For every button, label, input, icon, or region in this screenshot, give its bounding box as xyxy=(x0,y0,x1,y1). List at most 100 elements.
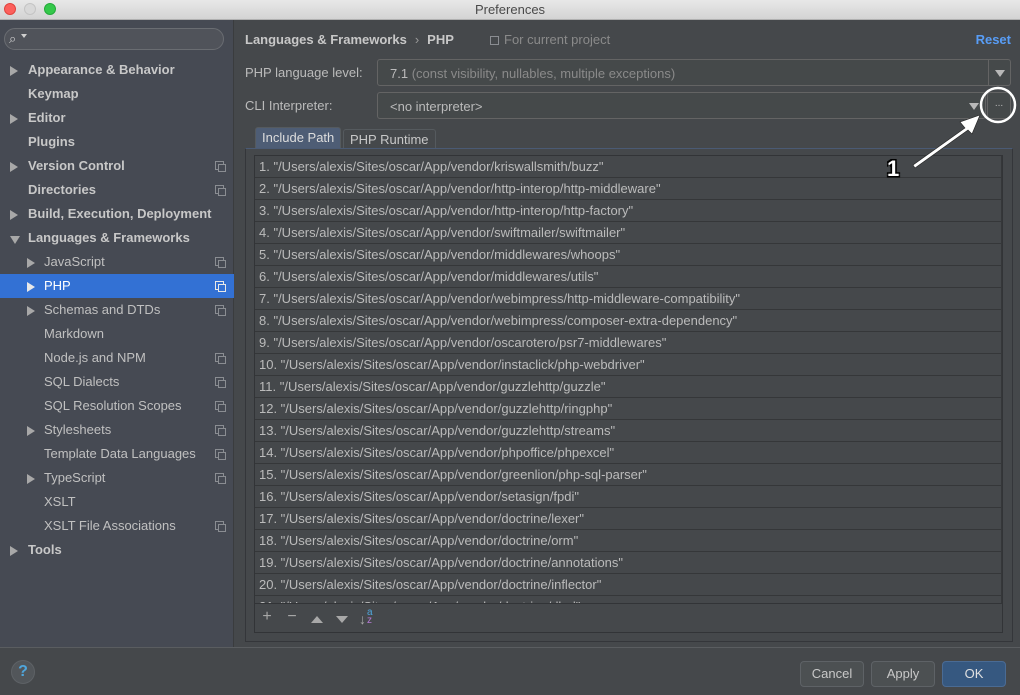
reset-link[interactable]: Reset xyxy=(976,32,1011,47)
sidebar-item-languages-frameworks[interactable]: Languages & Frameworks xyxy=(0,226,234,250)
tab-include-path[interactable]: Include Path xyxy=(255,127,342,149)
sidebar-item-sql-dialects[interactable]: SQL Dialects xyxy=(0,370,234,394)
language-level-select[interactable]: 7.1 (const visibility, nullables, multip… xyxy=(377,59,1011,86)
cli-interpreter-dropdown-button[interactable] xyxy=(963,93,985,118)
include-path-row[interactable]: 21. "/Users/alexis/Sites/oscar/App/vendo… xyxy=(255,596,1002,603)
chevron-right-icon[interactable] xyxy=(10,114,18,124)
plus-icon: + xyxy=(262,608,272,625)
sidebar-item-label: Keymap xyxy=(28,86,79,101)
search-icon: ⌕ xyxy=(9,31,17,46)
include-path-row[interactable]: 3. "/Users/alexis/Sites/oscar/App/vendor… xyxy=(255,200,1002,222)
search-options-chevron-icon[interactable] xyxy=(21,34,27,38)
chevron-right-icon[interactable] xyxy=(10,210,18,220)
sort-button[interactable]: ↓ a z xyxy=(355,607,375,628)
sidebar-item-label: Version Control xyxy=(28,158,125,173)
settings-content: Languages & Frameworks › PHP For current p… xyxy=(235,20,1020,647)
sidebar-item-directories[interactable]: Directories xyxy=(0,178,234,202)
include-path-row[interactable]: 18. "/Users/alexis/Sites/oscar/App/vendo… xyxy=(255,530,1002,552)
include-path-row[interactable]: 16. "/Users/alexis/Sites/oscar/App/vendo… xyxy=(255,486,1002,508)
minus-icon: − xyxy=(287,608,297,625)
cancel-button[interactable]: Cancel xyxy=(800,661,864,687)
include-path-row[interactable]: 6. "/Users/alexis/Sites/oscar/App/vendor… xyxy=(255,266,1002,288)
add-path-button[interactable]: + xyxy=(257,607,277,627)
sidebar-item-label: XSLT File Associations xyxy=(44,518,176,533)
sidebar-item-typescript[interactable]: TypeScript xyxy=(0,466,234,490)
sidebar-item-stylesheets[interactable]: Stylesheets xyxy=(0,418,234,442)
chevron-right-icon[interactable] xyxy=(10,546,18,556)
dialog-footer: ? Cancel Apply OK xyxy=(0,647,1020,695)
sidebar-item-label: Languages & Frameworks xyxy=(28,230,190,245)
project-scope-icon xyxy=(215,425,226,436)
language-level-value: 7.1 xyxy=(390,66,409,81)
move-up-button[interactable] xyxy=(307,607,327,627)
include-path-row[interactable]: 4. "/Users/alexis/Sites/oscar/App/vendor… xyxy=(255,222,1002,244)
include-path-row[interactable]: 11. "/Users/alexis/Sites/oscar/App/vendo… xyxy=(255,376,1002,398)
sidebar-item-label: Editor xyxy=(28,110,66,125)
sidebar-item-label: JavaScript xyxy=(44,254,105,269)
sidebar-item-version-control[interactable]: Version Control xyxy=(0,154,234,178)
sidebar-item-template-data-languages[interactable]: Template Data Languages xyxy=(0,442,234,466)
project-scope-icon xyxy=(215,401,226,412)
breadcrumb-item-languages[interactable]: Languages & Frameworks xyxy=(245,32,407,47)
move-down-button[interactable] xyxy=(332,607,352,627)
sidebar-item-editor[interactable]: Editor xyxy=(0,106,234,130)
cli-interpreter-label: CLI Interpreter: xyxy=(245,98,333,113)
sidebar-item-label: TypeScript xyxy=(44,470,106,485)
include-path-row[interactable]: 10. "/Users/alexis/Sites/oscar/App/vendo… xyxy=(255,354,1002,376)
tab-php-runtime[interactable]: PHP Runtime xyxy=(343,129,436,149)
sidebar-item-tools[interactable]: Tools xyxy=(0,538,234,562)
include-path-panel: 1. "/Users/alexis/Sites/oscar/App/vendor… xyxy=(245,148,1013,642)
ok-button[interactable]: OK xyxy=(942,661,1006,687)
include-path-list[interactable]: 1. "/Users/alexis/Sites/oscar/App/vendor… xyxy=(254,155,1003,604)
help-button[interactable]: ? xyxy=(11,660,35,684)
apply-button[interactable]: Apply xyxy=(871,661,935,687)
scope-indicator: For current project xyxy=(490,32,610,47)
sidebar-item-xslt[interactable]: XSLT xyxy=(0,490,234,514)
include-path-row[interactable]: 13. "/Users/alexis/Sites/oscar/App/vendo… xyxy=(255,420,1002,442)
chevron-down-icon[interactable] xyxy=(10,236,20,244)
include-path-row[interactable]: 9. "/Users/alexis/Sites/oscar/App/vendor… xyxy=(255,332,1002,354)
chevron-down-icon xyxy=(969,103,979,110)
settings-tree: Appearance & Behavior Keymap Editor Plugins… xyxy=(0,58,234,562)
sidebar-item-label: Plugins xyxy=(28,134,75,149)
chevron-right-icon[interactable] xyxy=(10,66,18,76)
cli-interpreter-select[interactable]: <no interpreter> xyxy=(377,92,986,119)
include-path-row[interactable]: 8. "/Users/alexis/Sites/oscar/App/vendor… xyxy=(255,310,1002,332)
include-path-row[interactable]: 14. "/Users/alexis/Sites/oscar/App/vendo… xyxy=(255,442,1002,464)
chevron-right-icon[interactable] xyxy=(27,282,35,292)
chevron-right-icon[interactable] xyxy=(27,306,35,316)
cli-interpreter-browse-button[interactable]: ... xyxy=(987,92,1011,119)
include-path-row[interactable]: 7. "/Users/alexis/Sites/oscar/App/vendor… xyxy=(255,288,1002,310)
sidebar-item-php[interactable]: PHP xyxy=(0,274,234,298)
language-level-dropdown-button[interactable] xyxy=(988,60,1010,85)
include-path-row[interactable]: 12. "/Users/alexis/Sites/oscar/App/vendo… xyxy=(255,398,1002,420)
include-path-row[interactable]: 17. "/Users/alexis/Sites/oscar/App/vendo… xyxy=(255,508,1002,530)
chevron-right-icon[interactable] xyxy=(27,474,35,484)
sidebar-item-javascript[interactable]: JavaScript xyxy=(0,250,234,274)
project-scope-icon xyxy=(215,449,226,460)
sidebar-item-xslt-file-associations[interactable]: XSLT File Associations xyxy=(0,514,234,538)
remove-path-button[interactable]: − xyxy=(282,607,302,627)
sidebar-item-keymap[interactable]: Keymap xyxy=(0,82,234,106)
chevron-right-icon[interactable] xyxy=(27,258,35,268)
include-path-row[interactable]: 5. "/Users/alexis/Sites/oscar/App/vendor… xyxy=(255,244,1002,266)
sidebar-item-plugins[interactable]: Plugins xyxy=(0,130,234,154)
project-scope-icon xyxy=(490,36,499,45)
sidebar-item-appearance-behavior[interactable]: Appearance & Behavior xyxy=(0,58,234,82)
settings-search-input[interactable]: ⌕ xyxy=(4,28,224,50)
chevron-right-icon[interactable] xyxy=(27,426,35,436)
sidebar-item-build-execution-deployment[interactable]: Build, Execution, Deployment xyxy=(0,202,234,226)
chevron-right-icon[interactable] xyxy=(10,162,18,172)
language-level-description: (const visibility, nullables, multiple e… xyxy=(411,66,676,81)
include-path-row[interactable]: 19. "/Users/alexis/Sites/oscar/App/vendo… xyxy=(255,552,1002,574)
sidebar-item-node-js-and-npm[interactable]: Node.js and NPM xyxy=(0,346,234,370)
include-path-row[interactable]: 15. "/Users/alexis/Sites/oscar/App/vendo… xyxy=(255,464,1002,486)
sidebar-item-label: Template Data Languages xyxy=(44,446,196,461)
sidebar-item-markdown[interactable]: Markdown xyxy=(0,322,234,346)
breadcrumb-item-php: PHP xyxy=(427,32,454,47)
sidebar-item-schemas-and-dtds[interactable]: Schemas and DTDs xyxy=(0,298,234,322)
sidebar-item-sql-resolution-scopes[interactable]: SQL Resolution Scopes xyxy=(0,394,234,418)
sidebar-item-label: SQL Dialects xyxy=(44,374,120,389)
include-path-row[interactable]: 20. "/Users/alexis/Sites/oscar/App/vendo… xyxy=(255,574,1002,596)
settings-sidebar: ⌕ Appearance & Behavior Keymap Editor Plugi… xyxy=(0,20,234,647)
